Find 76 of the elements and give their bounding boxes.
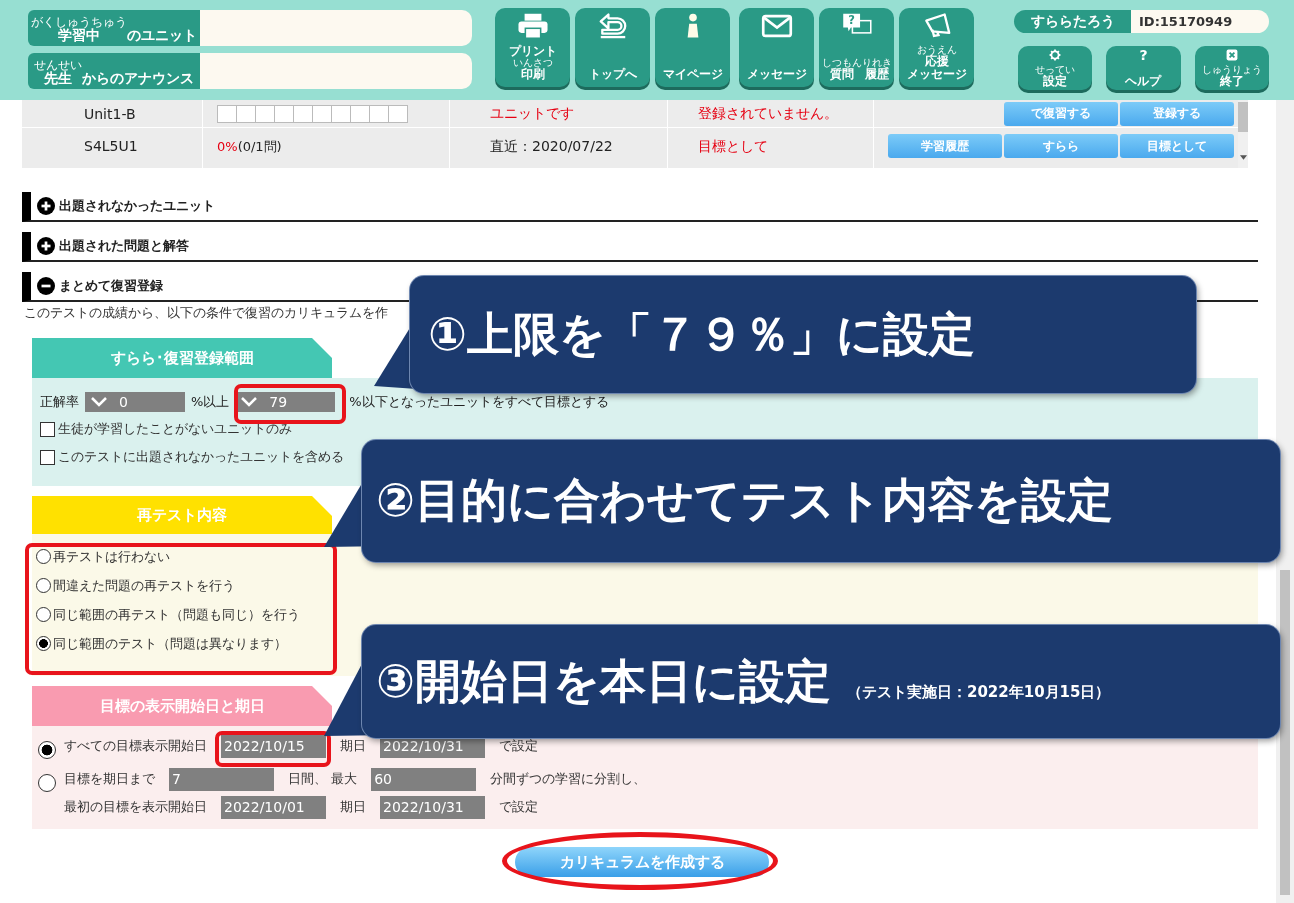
- radio-label: 同じ範囲の再テスト（問題も同じ）を行う: [53, 605, 300, 624]
- section-header[interactable]: 出題された問題と解答: [22, 232, 1258, 262]
- callout-text: ①上限を「７９％」に設定: [428, 305, 975, 363]
- callout-note: （テスト実施日：2022年10月15日）: [846, 683, 1111, 702]
- radio-button[interactable]: [38, 774, 56, 792]
- input-field[interactable]: 7: [169, 767, 274, 791]
- close-icon: [1225, 49, 1238, 61]
- field-label: 正解率: [40, 393, 79, 411]
- callout-text: ③開始日を本日に設定: [376, 652, 831, 710]
- callout-text: ②目的に合わせてテスト内容を設定: [376, 472, 1113, 529]
- nav-button[interactable]: おうえん 応援 メッセージ: [899, 8, 974, 87]
- field-label: %以上: [191, 393, 230, 411]
- toolbar-button[interactable]: せってい 設定: [1018, 46, 1093, 90]
- field-label: 期日: [340, 798, 366, 816]
- radio-button[interactable]: [36, 549, 51, 564]
- radio-label: 同じ範囲のテスト（問題は異なります）: [53, 634, 287, 653]
- nav-button[interactable]: プリント いんさつ 印刷: [495, 8, 570, 87]
- table-cell-text: 0%(0/1問): [217, 138, 283, 156]
- radio-button[interactable]: [36, 636, 51, 651]
- table-cell-text: Unit1-B: [84, 105, 137, 122]
- printer-icon: [516, 13, 549, 39]
- radio-button[interactable]: [36, 607, 51, 622]
- table-button[interactable]: 登録する: [1120, 101, 1234, 126]
- table-cell-text: 目標として: [698, 138, 769, 156]
- help-icon: ?: [1139, 49, 1148, 61]
- radio-button[interactable]: [38, 741, 56, 759]
- radio-label: 再テストは行わない: [53, 547, 170, 566]
- select-field[interactable]: 79: [235, 392, 336, 412]
- radio-button[interactable]: [36, 578, 51, 593]
- field-label: 期日: [340, 737, 366, 755]
- settings-icon: [1049, 49, 1062, 61]
- field-label: で設定: [499, 798, 538, 816]
- envelope-icon: [760, 13, 793, 39]
- input-field[interactable]: 60: [371, 767, 477, 791]
- table-cell-text: 登録されていません。: [698, 104, 839, 123]
- toolbar-button[interactable]: しゅうりょう 終了: [1194, 46, 1269, 90]
- nav-button[interactable]: トップへ: [575, 8, 650, 87]
- input-field[interactable]: 2022/10/31: [380, 795, 485, 819]
- description-text: このテストの成績から、以下の条件で復習のカリキュラムを作: [24, 304, 389, 322]
- input-field[interactable]: 2022/10/15: [221, 734, 326, 758]
- checkbox-label: このテストに出題されなかったユニットを含める: [58, 448, 344, 466]
- table-button[interactable]: 学習履歴: [888, 134, 1002, 158]
- table-button[interactable]: すらら: [1004, 134, 1118, 158]
- field-label: 分間ずつの学習に分割し、: [490, 770, 647, 788]
- radio-label: 間違えた問題の再テストを行う: [53, 576, 235, 595]
- field-label: 目標を期日まで: [64, 770, 155, 788]
- field-label: すべての目標表示開始日: [64, 737, 207, 755]
- toolbar-button[interactable]: ? ヘルプ: [1106, 46, 1181, 90]
- table-cell-text: 直近：2020/07/22: [490, 138, 614, 156]
- scrollbar[interactable]: [1238, 100, 1248, 168]
- chevron-down-icon: [91, 397, 107, 407]
- field-label: がくしゅうちゅう 学習中 のユニット: [28, 10, 200, 46]
- table-button[interactable]: で復習する: [1004, 101, 1118, 126]
- section-header[interactable]: 出題されなかったユニット: [22, 192, 1258, 222]
- field-label: で設定: [499, 737, 538, 755]
- checkbox[interactable]: [40, 421, 55, 437]
- nav-button[interactable]: ? しつもん 質問 りれき 履歴: [819, 8, 894, 87]
- field-label: せんせい 先生 からのアナウンス: [28, 53, 200, 89]
- table-cell-text: ユニットです: [490, 104, 575, 123]
- table-button[interactable]: 目標として: [1120, 134, 1234, 158]
- create-curriculum-button[interactable]: カリキュラムを作成する: [515, 847, 769, 877]
- nav-button[interactable]: マイページ: [655, 8, 730, 87]
- field-label: %以下となったユニットをすべて目標とする: [349, 393, 609, 411]
- checkbox-label: 生徒が学習したことがないユニットのみ: [58, 420, 292, 438]
- chevron-down-icon: [241, 397, 258, 407]
- input-field[interactable]: 2022/10/01: [221, 795, 326, 819]
- field-label: 日間、 最大: [288, 770, 358, 788]
- nav-button[interactable]: メッセージ: [739, 8, 814, 87]
- user-id: ID:15170949: [1131, 10, 1269, 33]
- table-cell-text: S4L5U1: [84, 138, 139, 154]
- scroll-down-arrow-icon[interactable]: [1239, 155, 1247, 160]
- field-label: 最初の目標を表示開始日: [64, 798, 207, 816]
- select-field[interactable]: 0: [85, 392, 185, 412]
- scrollbar[interactable]: [1276, 100, 1294, 903]
- checkbox[interactable]: [40, 449, 55, 465]
- user-name: すららたろう: [1014, 10, 1131, 33]
